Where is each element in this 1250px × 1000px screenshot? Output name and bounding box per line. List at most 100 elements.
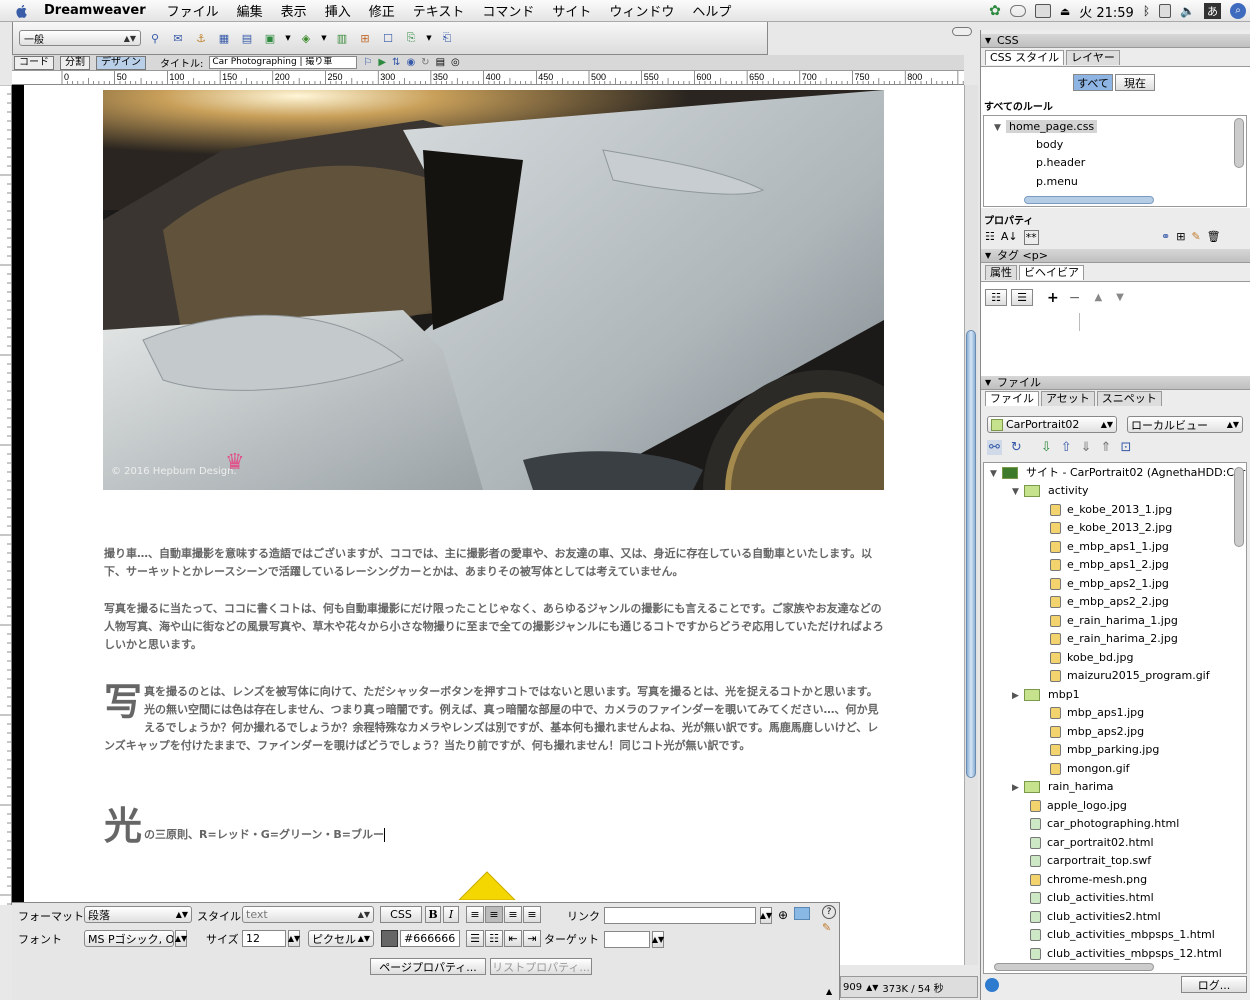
show-set-events-button[interactable]: ☷: [985, 289, 1007, 306]
files-panel-header[interactable]: ファイル: [981, 376, 1250, 390]
file-item[interactable]: e_rain_harima_1.jpg: [1050, 612, 1178, 630]
file-item[interactable]: e_kobe_2013_1.jpg: [1050, 501, 1172, 519]
check-in-icon[interactable]: ⇑: [1101, 440, 1112, 455]
file-item[interactable]: club_activities_mbpsps_12.html: [1030, 945, 1222, 963]
italic-button[interactable]: I: [443, 906, 459, 923]
apple-icon[interactable]: [14, 3, 30, 19]
menu-file[interactable]: ファイル: [158, 1, 228, 20]
file-item[interactable]: club_activities.html: [1030, 889, 1154, 907]
sort-az-icon[interactable]: A↓: [1001, 230, 1018, 245]
file-item[interactable]: car_photographing.html: [1030, 815, 1179, 833]
menu-insert[interactable]: 挿入: [316, 1, 360, 20]
menu-window[interactable]: ウィンドウ: [600, 1, 683, 20]
input-mode-icon[interactable]: あ: [1204, 3, 1221, 19]
files-hscroll-thumb[interactable]: [994, 963, 1154, 971]
car-photo[interactable]: © 2016 Hepburn Design. ♛: [103, 90, 884, 490]
refresh-icon[interactable]: ↻: [1011, 440, 1022, 455]
category-view-icon[interactable]: ☷: [985, 230, 995, 245]
file-item[interactable]: mbp_aps1.jpg: [1050, 704, 1144, 722]
file-item[interactable]: e_mbp_aps1_2.jpg: [1050, 556, 1169, 574]
align-left-button[interactable]: ≡: [466, 906, 484, 923]
css-mode-all-button[interactable]: すべて: [1073, 74, 1113, 91]
menu-text[interactable]: テキスト: [404, 1, 474, 20]
template-icon[interactable]: ⎗: [438, 29, 456, 47]
help-icon[interactable]: ?: [822, 905, 836, 919]
file-item[interactable]: mbp_aps2.jpg: [1050, 723, 1144, 741]
file-item[interactable]: e_rain_harima_2.jpg: [1050, 630, 1178, 648]
tab-assets[interactable]: アセット: [1041, 391, 1095, 406]
menu-app-name[interactable]: Dreamweaver: [36, 3, 158, 18]
css-rule-menu[interactable]: p.menu: [1036, 173, 1078, 191]
css-mode-current-button[interactable]: 現在: [1115, 74, 1155, 91]
table-icon[interactable]: ▦: [215, 29, 233, 47]
insert-category-select[interactable]: 一般 ▲▼: [19, 30, 141, 46]
collapse-inspector-icon[interactable]: ▲: [826, 987, 832, 996]
add-behavior-icon[interactable]: +: [1047, 290, 1059, 306]
paragraph-1[interactable]: 撮り車…、自動車撮影を意味する造語ではございますが、ココでは、主に撮影者の愛車や…: [104, 545, 884, 581]
link-input[interactable]: [604, 907, 756, 924]
spotlight-icon[interactable]: ⌕: [1230, 3, 1246, 19]
indent-button[interactable]: ⇥: [523, 930, 541, 947]
file-management-icon[interactable]: ⇅: [392, 57, 400, 68]
menu-edit[interactable]: 編集: [228, 1, 272, 20]
menu-help[interactable]: ヘルプ: [683, 1, 740, 20]
menu-clock[interactable]: 火 21:59: [1079, 2, 1134, 21]
hyperlink-icon[interactable]: ⚲: [146, 29, 164, 47]
css-rule-header[interactable]: p.header: [1036, 154, 1085, 172]
menu-commands[interactable]: コマンド: [473, 1, 543, 20]
edit-rule-icon[interactable]: ✎: [1191, 230, 1200, 243]
validate-icon[interactable]: ▶: [378, 57, 386, 68]
get-files-icon[interactable]: ⇩: [1041, 440, 1052, 455]
css-tree-hscroll-thumb[interactable]: [1024, 196, 1154, 204]
dropdown-arrow-icon[interactable]: ▼: [425, 29, 433, 47]
folder-item[interactable]: ▶ mbp1: [1012, 686, 1080, 704]
eject-icon[interactable]: ⏏: [1060, 5, 1070, 18]
css-rule-body[interactable]: body: [1036, 136, 1063, 154]
site-root[interactable]: ▼ サイト - CarPortrait02 (AgnethaHDD:Car: [990, 464, 1245, 482]
code-view-button[interactable]: コード: [14, 55, 54, 70]
tab-behaviors[interactable]: ビヘイビア: [1019, 265, 1084, 280]
font-dropdown-button[interactable]: ▲▼: [175, 930, 187, 947]
tab-snippets[interactable]: スニペット: [1096, 391, 1162, 406]
disclosure-closed-icon[interactable]: ▶: [1012, 779, 1024, 797]
head-icon[interactable]: ⎘: [402, 29, 420, 47]
outdent-button[interactable]: ⇤: [504, 930, 522, 947]
dropdown-arrow-icon[interactable]: ▼: [320, 29, 328, 47]
file-item[interactable]: chrome-mesh.png: [1030, 871, 1147, 889]
tab-files[interactable]: ファイル: [985, 391, 1039, 406]
size-dropdown-button[interactable]: ▲▼: [288, 930, 300, 947]
display-icon[interactable]: [1034, 4, 1051, 18]
file-item[interactable]: club_activities_mbpsps_1.html: [1030, 926, 1215, 944]
tag-panel-header[interactable]: タグ <p>: [981, 249, 1250, 263]
move-up-icon[interactable]: ▲: [1094, 292, 1102, 303]
design-view-button[interactable]: デザイン: [96, 55, 146, 70]
view-select[interactable]: ローカルビュー ▲▼: [1127, 416, 1243, 433]
log-button[interactable]: ログ...: [1181, 976, 1247, 993]
style-select[interactable]: text ▲▼: [242, 906, 374, 923]
tab-attributes[interactable]: 属性: [985, 265, 1017, 280]
css-button[interactable]: CSS: [380, 906, 422, 923]
battery-icon[interactable]: [1159, 4, 1172, 18]
file-item[interactable]: e_mbp_aps1_1.jpg: [1050, 538, 1169, 556]
refresh-icon[interactable]: ↻: [421, 57, 429, 68]
browser-check-icon[interactable]: ⚐: [363, 57, 372, 68]
folder-item[interactable]: ▶ rain_harima: [1012, 778, 1114, 796]
disclosure-open-icon[interactable]: ▼: [1012, 483, 1024, 501]
toolbar-toggle-button[interactable]: [952, 27, 972, 36]
media-icon[interactable]: ◈: [297, 29, 315, 47]
tab-css-styles[interactable]: CSS スタイル: [985, 50, 1065, 65]
size-input[interactable]: 12: [242, 930, 286, 947]
file-item[interactable]: e_mbp_aps2_2.jpg: [1050, 593, 1169, 611]
file-item[interactable]: car_portrait02.html: [1030, 834, 1154, 852]
title-input[interactable]: Car Photographing | 撮り車: [209, 56, 358, 69]
paragraph-2[interactable]: 写真を撮るに当たって、ココに書くコトは、何も自動車撮影にだけ限ったことじゃなく、…: [104, 600, 884, 654]
folder-item[interactable]: ▼ activity: [1012, 482, 1089, 500]
file-item[interactable]: mongon.gif: [1050, 760, 1130, 778]
set-properties-icon[interactable]: **: [1023, 230, 1039, 245]
delete-rule-icon[interactable]: 🗑: [1207, 230, 1221, 243]
file-item[interactable]: e_kobe_2013_2.jpg: [1050, 519, 1172, 537]
image-icon[interactable]: ▣: [261, 29, 279, 47]
target-input[interactable]: [604, 931, 650, 948]
target-dropdown-button[interactable]: ▲▼: [652, 931, 664, 948]
email-link-icon[interactable]: ✉: [169, 29, 187, 47]
